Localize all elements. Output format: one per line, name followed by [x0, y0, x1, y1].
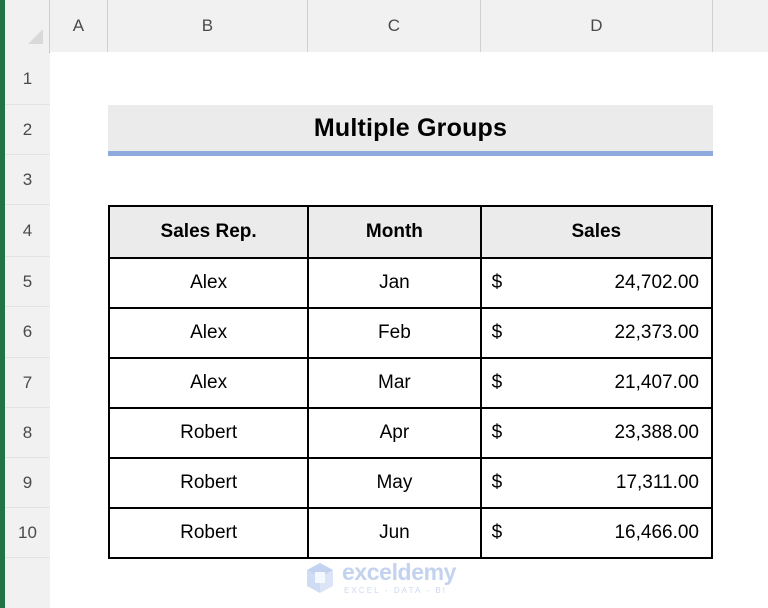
- row-header-2[interactable]: 2: [5, 105, 50, 155]
- row-header-3-label: 3: [22, 169, 33, 189]
- cell-sales-rep[interactable]: Robert: [107, 407, 310, 459]
- row-header-4[interactable]: 4: [5, 205, 50, 257]
- row-header-1-label: 1: [22, 68, 33, 88]
- currency-value: $ 16,466.00: [482, 522, 711, 544]
- column-header-a-label: A: [72, 16, 85, 35]
- row-header-6-label: 6: [22, 322, 33, 341]
- row-header-7-label: 7: [22, 372, 33, 392]
- cell-sales[interactable]: $ 21,407.00: [479, 357, 714, 409]
- watermark-brand-name: exceldemy: [342, 559, 457, 585]
- sales-data-table: Sales Rep. Month Sales Alex Jan $ 24,702…: [107, 205, 714, 559]
- row-header-2-label: 2: [22, 119, 33, 139]
- currency-value: $ 22,373.00: [482, 322, 711, 344]
- column-header-d[interactable]: D: [481, 0, 713, 52]
- column-header-d-label: D: [590, 16, 603, 35]
- cell-sales[interactable]: $ 24,702.00: [479, 257, 714, 309]
- amount-value: 17,311.00: [615, 472, 699, 493]
- row-header-6[interactable]: 6: [5, 307, 50, 358]
- page-title: Multiple Groups: [313, 113, 508, 142]
- cell-month[interactable]: Jun: [307, 507, 482, 559]
- cell-month[interactable]: Feb: [307, 307, 482, 359]
- title-underline-rule: [108, 151, 713, 156]
- row-header-10[interactable]: 10: [5, 508, 50, 558]
- column-header-sales[interactable]: Sales: [479, 205, 714, 259]
- currency-symbol: $: [491, 522, 503, 543]
- column-header-a[interactable]: A: [50, 0, 108, 52]
- exceldemy-logo-icon: [307, 563, 333, 593]
- cell-sales-rep[interactable]: Robert: [107, 507, 310, 559]
- watermark-text-block: exceldemy EXCEL - DATA - BI: [342, 561, 456, 595]
- cell-sales[interactable]: $ 22,373.00: [479, 307, 714, 359]
- amount-value: 21,407.00: [614, 372, 699, 393]
- currency-value: $ 23,388.00: [482, 422, 711, 444]
- table-header-row: Sales Rep. Month Sales: [107, 205, 714, 259]
- currency-symbol: $: [491, 422, 503, 443]
- currency-symbol: $: [491, 322, 503, 343]
- exceldemy-watermark: exceldemy EXCEL - DATA - BI: [305, 561, 456, 595]
- row-header-3[interactable]: 3: [5, 155, 50, 205]
- spreadsheet-app: A B C D 1 2 3 4 5 6 7 8 9 10 Multiple Gr…: [0, 0, 768, 608]
- currency-value: $ 17,311.00: [482, 472, 711, 494]
- column-header-c-label: C: [387, 16, 401, 35]
- cell-month[interactable]: Jan: [307, 257, 482, 309]
- column-header-b-label: B: [201, 16, 214, 35]
- row-header-8[interactable]: 8: [5, 408, 50, 458]
- table-row[interactable]: Robert Jun $ 16,466.00: [107, 507, 714, 559]
- row-header-1[interactable]: 1: [5, 53, 50, 105]
- row-header-10-label: 10: [18, 522, 37, 542]
- watermark-tagline: EXCEL - DATA - BI: [344, 586, 448, 595]
- column-header-month[interactable]: Month: [307, 205, 482, 259]
- select-all-triangle-icon: [28, 29, 43, 44]
- cell-month[interactable]: May: [307, 457, 482, 509]
- column-header-e[interactable]: [713, 0, 768, 52]
- cell-sales-rep[interactable]: Robert: [107, 457, 310, 509]
- currency-symbol: $: [491, 372, 503, 393]
- row-header-5-label: 5: [22, 271, 33, 291]
- row-header-9-label: 9: [22, 472, 33, 492]
- amount-value: 22,373.00: [614, 322, 699, 343]
- row-header-7[interactable]: 7: [5, 358, 50, 408]
- amount-value: 23,388.00: [614, 422, 699, 443]
- cell-sales[interactable]: $ 16,466.00: [479, 507, 714, 559]
- app-accent-strip: [0, 0, 5, 608]
- title-banner-cell[interactable]: Multiple Groups: [108, 105, 713, 151]
- cell-month[interactable]: Apr: [307, 407, 482, 459]
- row-header-4-label: 4: [22, 220, 33, 240]
- currency-symbol: $: [491, 472, 503, 493]
- table-body: Alex Jan $ 24,702.00 Alex Feb $ 22,373.0…: [107, 257, 714, 559]
- table-row[interactable]: Alex Mar $ 21,407.00: [107, 357, 714, 409]
- currency-value: $ 21,407.00: [482, 372, 711, 394]
- table-header-row-group: Sales Rep. Month Sales: [107, 205, 714, 259]
- cell-sales-rep[interactable]: Alex: [107, 307, 310, 359]
- table-row[interactable]: Alex Feb $ 22,373.00: [107, 307, 714, 359]
- table-row[interactable]: Robert Apr $ 23,388.00: [107, 407, 714, 459]
- table-row[interactable]: Robert May $ 17,311.00: [107, 457, 714, 509]
- table-row[interactable]: Alex Jan $ 24,702.00: [107, 257, 714, 309]
- currency-value: $ 24,702.00: [482, 272, 711, 294]
- row-header-11[interactable]: [5, 558, 50, 608]
- cell-sales[interactable]: $ 23,388.00: [479, 407, 714, 459]
- cell-sales-rep[interactable]: Alex: [107, 257, 310, 309]
- amount-value: 16,466.00: [614, 522, 699, 543]
- column-header-sales-rep[interactable]: Sales Rep.: [107, 205, 310, 259]
- currency-symbol: $: [491, 272, 503, 293]
- row-header-8-label: 8: [22, 422, 33, 442]
- row-header-5[interactable]: 5: [5, 257, 50, 307]
- cell-sales[interactable]: $ 17,311.00: [479, 457, 714, 509]
- column-header-c[interactable]: C: [308, 0, 481, 52]
- cell-sales-rep[interactable]: Alex: [107, 357, 310, 409]
- cell-month[interactable]: Mar: [307, 357, 482, 409]
- column-header-b[interactable]: B: [108, 0, 308, 52]
- row-header-9[interactable]: 9: [5, 458, 50, 508]
- amount-value: 24,702.00: [614, 272, 699, 293]
- select-all-corner[interactable]: [5, 0, 50, 52]
